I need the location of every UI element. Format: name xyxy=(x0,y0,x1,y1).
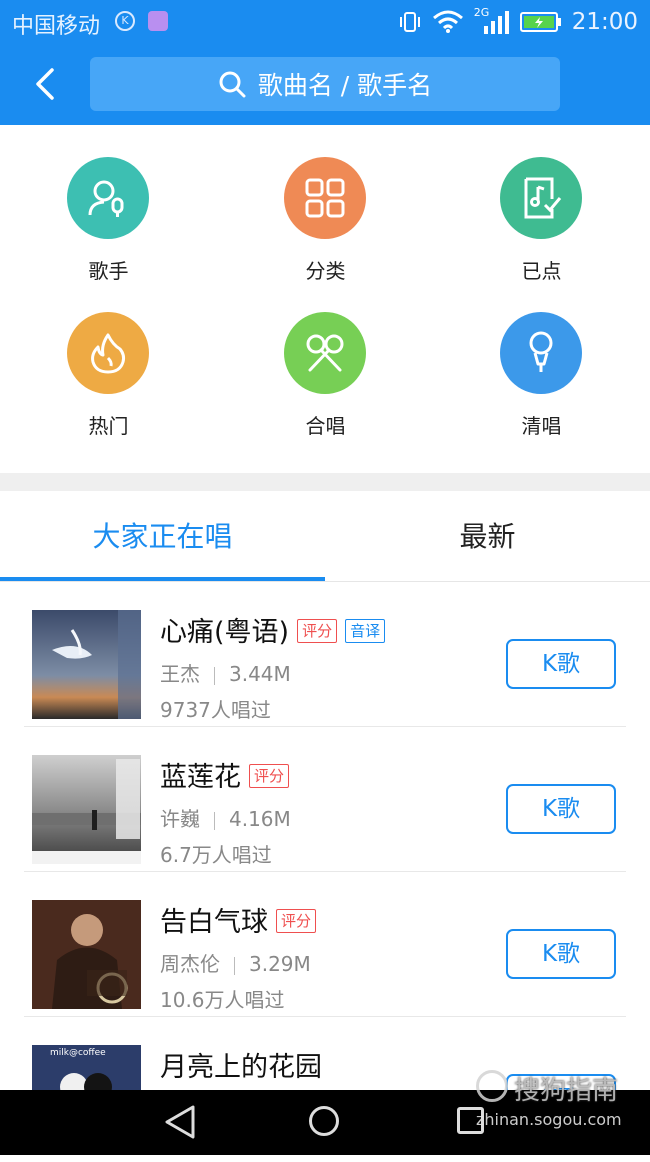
category-classify[interactable]: 分类 xyxy=(217,125,434,283)
category-label: 热门 xyxy=(88,414,129,438)
duet-mic-icon xyxy=(284,312,366,394)
singer-name: 许巍 xyxy=(160,807,200,831)
meta-separator xyxy=(214,811,215,830)
wifi-icon xyxy=(432,10,463,33)
play-count: 6.7万人唱过 xyxy=(160,843,272,867)
song-title: 蓝莲花 评分 xyxy=(160,755,290,794)
nav-home-icon[interactable] xyxy=(309,1106,339,1136)
category-grid: 歌手 分类 已点 热门 合唱 清唱 xyxy=(0,125,650,473)
clock: 21:00 xyxy=(571,9,638,35)
top-header: 歌曲名 / 歌手名 xyxy=(0,44,650,125)
singer-icon xyxy=(67,157,149,239)
file-size: 4.16M xyxy=(229,807,291,831)
song-title-text: 心痛(粤语) xyxy=(160,617,290,648)
transliteration-tag: 音译 xyxy=(345,618,386,643)
nav-back-icon[interactable] xyxy=(163,1104,197,1140)
category-singer[interactable]: 歌手 xyxy=(0,125,217,283)
file-size: 3.29M xyxy=(249,952,311,976)
active-tab-indicator xyxy=(0,577,325,581)
song-title: 告白气球 评分 xyxy=(160,900,317,939)
song-title-text: 月亮上的花园 xyxy=(160,1052,322,1083)
karaoke-button[interactable]: K歌 xyxy=(506,639,616,689)
meta-separator xyxy=(234,956,235,975)
battery-charging-icon xyxy=(519,12,561,32)
flame-icon xyxy=(67,312,149,394)
category-label: 清唱 xyxy=(521,414,562,438)
category-acapella[interactable]: 清唱 xyxy=(433,280,650,438)
tab-trending[interactable]: 大家正在唱 xyxy=(0,491,325,581)
song-row[interactable]: 告白气球 评分 周杰伦 3.29M 10.6万人唱过 K歌 xyxy=(0,872,650,1017)
play-count: 10.6万人唱过 xyxy=(160,988,285,1012)
album-cover xyxy=(32,900,141,1009)
karaoke-app-icon: K xyxy=(115,11,135,31)
play-count: 9737人唱过 xyxy=(160,698,271,722)
grid-icon xyxy=(284,157,366,239)
carrier-name: 中国移动 xyxy=(12,14,101,39)
song-title: 月亮上的花园 xyxy=(160,1045,322,1084)
search-icon xyxy=(219,71,246,98)
singer-name: 周杰伦 xyxy=(160,952,220,976)
watermark-title: 搜狗指南 xyxy=(514,1076,619,1106)
song-meta: 周杰伦 3.29M xyxy=(160,948,311,977)
category-label: 合唱 xyxy=(305,414,346,438)
section-divider xyxy=(0,473,650,491)
karaoke-button[interactable]: K歌 xyxy=(506,929,616,979)
song-row[interactable]: 蓝莲花 评分 许巍 4.16M 6.7万人唱过 K歌 xyxy=(0,727,650,872)
tab-bar: 大家正在唱 最新 xyxy=(0,491,650,582)
category-duet[interactable]: 合唱 xyxy=(217,280,434,438)
watermark-url: zhinan.sogou.com xyxy=(476,1110,622,1129)
meta-separator xyxy=(214,666,215,685)
search-placeholder: 歌曲名 / 歌手名 xyxy=(257,71,433,100)
signal-icon: 2G xyxy=(474,6,510,36)
album-cover xyxy=(32,610,141,719)
song-meta: 王杰 3.44M xyxy=(160,658,291,687)
sogou-logo-icon xyxy=(476,1070,508,1102)
status-right: 2G 21:00 xyxy=(398,6,638,38)
file-size: 3.44M xyxy=(229,662,291,686)
category-hot[interactable]: 热门 xyxy=(0,280,217,438)
back-arrow-icon[interactable] xyxy=(28,64,68,104)
gallery-notification-icon xyxy=(148,11,168,31)
tab-newest[interactable]: 最新 xyxy=(325,491,650,581)
song-meta: 许巍 4.16M xyxy=(160,803,291,832)
rating-tag: 评分 xyxy=(249,763,290,788)
song-row[interactable]: 心痛(粤语) 评分 音译 王杰 3.44M 9737人唱过 K歌 xyxy=(0,582,650,727)
album-cover xyxy=(32,755,141,864)
song-title: 心痛(粤语) 评分 音译 xyxy=(160,610,386,649)
category-selected[interactable]: 已点 xyxy=(433,125,650,283)
cover-text: milk@coffee xyxy=(50,1048,106,1058)
rating-tag: 评分 xyxy=(297,618,338,643)
song-title-text: 告白气球 xyxy=(160,907,268,938)
singer-name: 王杰 xyxy=(160,662,200,686)
selected-song-icon xyxy=(500,157,582,239)
vibrate-icon xyxy=(399,12,420,32)
song-title-text: 蓝莲花 xyxy=(160,762,241,793)
search-box[interactable]: 歌曲名 / 歌手名 xyxy=(90,57,560,111)
microphone-icon xyxy=(500,312,582,394)
karaoke-button[interactable]: K歌 xyxy=(506,784,616,834)
status-bar: 中国移动 K 2G 21:00 xyxy=(0,0,650,44)
watermark: 搜狗指南 zhinan.sogou.com xyxy=(474,1066,644,1136)
rating-tag: 评分 xyxy=(276,908,317,933)
